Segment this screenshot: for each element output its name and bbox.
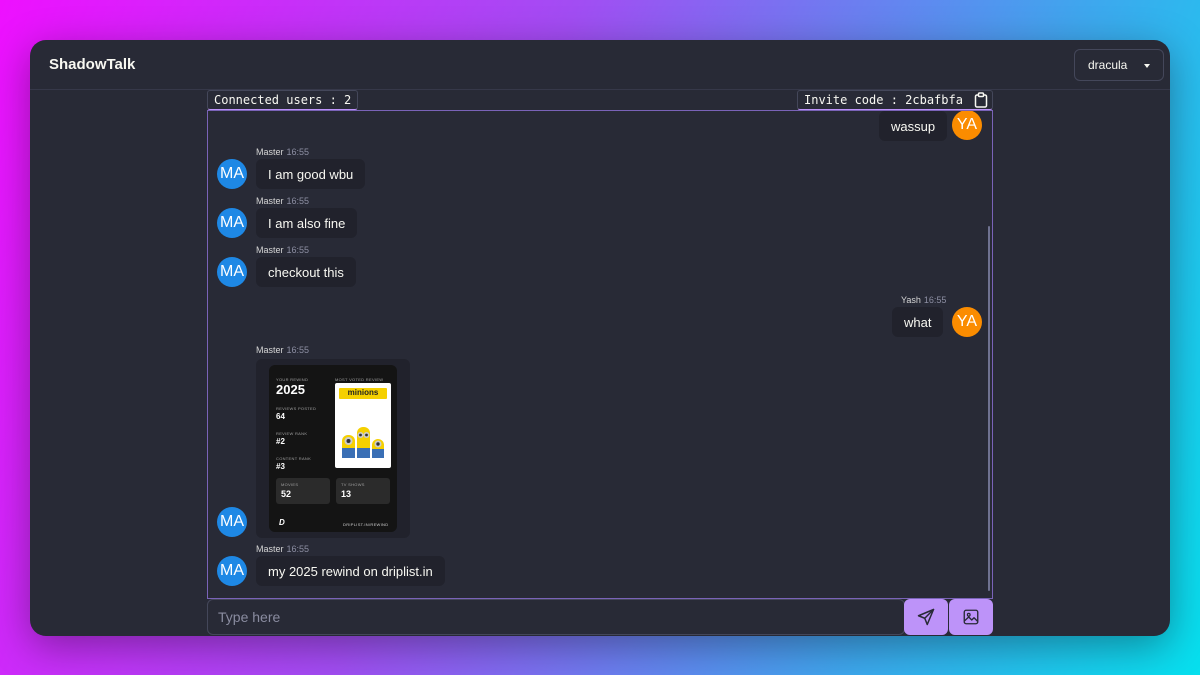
sender-name: Master (256, 345, 284, 355)
tv-shows-label: TV SHOWS (341, 482, 365, 487)
message-meta: Yash 16:55 (901, 295, 946, 305)
message-row: Yash 16:55 what YA (208, 295, 992, 339)
avatar: MA (217, 556, 247, 586)
movies-label: MOVIES (281, 482, 299, 487)
message-row: wassup YA (208, 111, 992, 141)
image-message[interactable]: YOUR REWIND 2025 REVIEWS POSTED 64 REVIE… (256, 359, 410, 538)
app-window: ShadowTalk dracula Connected users : 2 I… (30, 40, 1170, 636)
chevron-down-icon (1144, 64, 1150, 68)
message-row: Master 16:55 MA I am also fine (208, 196, 992, 240)
message-row: Master 16:55 MA checkout this (208, 245, 992, 289)
reviews-posted-label: REVIEWS POSTED (276, 406, 317, 411)
invite-code-text: Invite code : 2cbafbfa (804, 93, 963, 107)
message-time: 16:55 (286, 245, 310, 255)
message-meta: Master 16:55 (256, 544, 309, 554)
theme-select[interactable]: dracula (1074, 49, 1164, 81)
message-bubble: wassup (879, 111, 948, 141)
connected-users-badge: Connected users : 2 (207, 90, 359, 110)
message-time: 16:55 (286, 147, 310, 157)
sender-name: Master (256, 544, 284, 554)
content-rank-value: #3 (276, 462, 285, 471)
tv-shows-value: 13 (341, 489, 352, 499)
message-input[interactable] (208, 600, 904, 634)
sender-name: Master (256, 245, 284, 255)
reviews-posted-value: 64 (276, 412, 285, 421)
message-bubble: I am also fine (256, 208, 358, 238)
invite-code-badge: Invite code : 2cbafbfa (797, 90, 993, 110)
message-row: Master 16:55 MA my 2025 rewind on driplis… (208, 544, 992, 588)
message-meta: Master 16:55 (256, 196, 309, 206)
chat-scrollbar[interactable] (988, 226, 990, 591)
message-time: 16:55 (923, 295, 947, 305)
minions-illustration (342, 427, 384, 458)
tv-shows-stat: TV SHOWS 13 (336, 478, 390, 504)
message-bubble: what (892, 307, 944, 337)
sender-name: Yash (901, 295, 921, 305)
rewind-year: 2025 (276, 382, 305, 397)
review-rank-label: REVIEW RANK (276, 431, 308, 436)
message-meta: Master 16:55 (256, 147, 309, 157)
message-bubble: checkout this (256, 257, 356, 287)
top-bar: ShadowTalk dracula (30, 40, 1170, 90)
most-voted-label: MOST VOTED REVIEW (335, 377, 384, 382)
message-input-wrapper (207, 599, 905, 635)
send-icon (917, 608, 935, 626)
message-row: Master 16:55 MA I am good wbu (208, 147, 992, 191)
rewind-footer: DRIPLIST.IN/REWIND (343, 522, 389, 527)
avatar: YA (952, 307, 982, 337)
sender-name: Master (256, 196, 284, 206)
movies-stat: MOVIES 52 (276, 478, 330, 504)
message-meta: Master 16:55 (256, 345, 309, 355)
avatar: YA (952, 111, 982, 140)
driplist-logo: D (279, 518, 285, 527)
review-rank-value: #2 (276, 437, 285, 446)
message-time: 16:55 (286, 196, 310, 206)
clipboard-icon[interactable] (974, 92, 988, 108)
image-upload-button[interactable] (949, 599, 993, 635)
send-button[interactable] (904, 599, 948, 635)
image-upload-icon (963, 609, 979, 625)
avatar: MA (217, 208, 247, 238)
message-time: 16:55 (286, 345, 310, 355)
poster-title: minions (347, 388, 379, 397)
movies-value: 52 (281, 489, 292, 499)
chat-messages[interactable]: wassup YA Master 16:55 MA I am good wbu M… (207, 110, 993, 599)
avatar: MA (217, 257, 247, 287)
message-bubble: I am good wbu (256, 159, 366, 189)
rewind-image[interactable]: YOUR REWIND 2025 REVIEWS POSTED 64 REVIE… (269, 365, 397, 532)
sender-name: Master (256, 147, 284, 157)
movie-poster: minions (335, 383, 391, 468)
content-rank-label: CONTENT RANK (276, 456, 312, 461)
message-time: 16:55 (286, 544, 310, 554)
avatar: MA (217, 507, 247, 537)
app-brand: ShadowTalk (49, 56, 136, 73)
avatar: MA (217, 159, 247, 189)
message-bubble: my 2025 rewind on driplist.in (256, 556, 445, 586)
theme-select-value: dracula (1088, 58, 1128, 72)
message-meta: Master 16:55 (256, 245, 309, 255)
